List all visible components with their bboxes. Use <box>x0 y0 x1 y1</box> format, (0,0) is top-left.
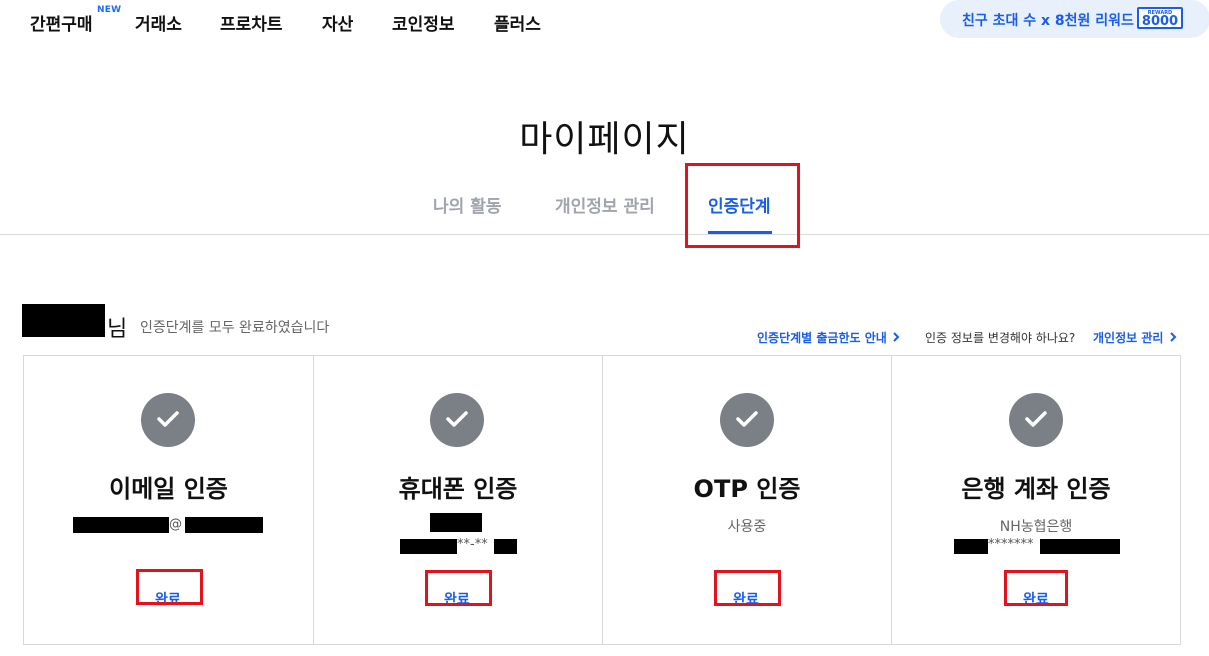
tab-personal-info[interactable]: 개인정보 관리 <box>555 192 655 217</box>
check-icon <box>430 393 484 447</box>
redacted-phone-suffix <box>494 539 517 554</box>
page-title: 마이페이지 <box>519 119 690 160</box>
tab-my-activity[interactable]: 나의 활동 <box>433 192 501 217</box>
new-badge: NEW <box>97 5 122 15</box>
redacted-account-prefix <box>954 539 988 554</box>
bank-name: NH농협은행 <box>999 519 1073 535</box>
promo-text: 친구 초대 수 x 8천원 리워드 <box>962 13 1134 29</box>
otp-status-text: 사용중 <box>727 519 767 535</box>
status-highlight-box <box>714 570 781 606</box>
nav-item-assets[interactable]: 자산 <box>322 10 353 35</box>
withdrawal-limit-guide-link[interactable]: 인증단계별 출금한도 안내 <box>757 329 900 346</box>
info-link-label: 개인정보 관리 <box>1093 331 1164 345</box>
check-icon <box>1009 393 1063 447</box>
email-verification-card: 이메일 인증 @ 완료 <box>24 356 313 644</box>
check-icon <box>720 393 774 447</box>
chevron-right-icon <box>893 332 900 342</box>
change-info-question: 인증 정보를 변경해야 하나요? <box>925 331 1076 345</box>
nav-item-label: 간편구매 <box>30 15 93 35</box>
verification-complete-message: 인증단계를 모두 완료하였습니다 <box>140 320 330 336</box>
nav-item-quick-buy[interactable]: 간편구매 NEW <box>30 5 121 35</box>
username-suffix: 님 <box>107 317 128 342</box>
tab-highlight-box <box>685 163 800 248</box>
reward-badge-value: 8000 <box>1141 14 1179 29</box>
card-title: 휴대폰 인증 <box>398 475 518 503</box>
redacted-email-domain <box>185 517 263 533</box>
tab-divider <box>0 234 1209 235</box>
nav-item-pro-chart[interactable]: 프로차트 <box>220 10 283 35</box>
account-mask: ******* <box>988 537 1034 552</box>
redacted-email-local <box>73 517 169 533</box>
card-title: 은행 계좌 인증 <box>961 475 1111 503</box>
otp-verification-card: OTP 인증 사용중 완료 <box>603 356 891 644</box>
verification-cards: 이메일 인증 @ 완료 휴대폰 인증 **-** 완료 OTP 인증 사용중 완… <box>23 355 1181 645</box>
phone-mask: **-** <box>457 537 488 552</box>
phone-verification-card: 휴대폰 인증 **-** 완료 <box>314 356 602 644</box>
reward-badge: REWARD 8000 <box>1137 7 1183 29</box>
personal-info-link[interactable]: 개인정보 관리 <box>1093 329 1177 346</box>
chevron-right-icon <box>1169 332 1177 342</box>
referral-promo-banner[interactable]: 친구 초대 수 x 8천원 리워드 REWARD 8000 <box>940 0 1209 38</box>
card-title: OTP 인증 <box>693 475 801 503</box>
email-at-sign: @ <box>169 517 182 532</box>
redacted-username <box>22 304 105 337</box>
guide-link-label: 인증단계별 출금한도 안내 <box>757 331 887 345</box>
status-highlight-box <box>136 569 203 605</box>
nav-item-exchange[interactable]: 거래소 <box>135 10 182 35</box>
nav-item-plus[interactable]: 플러스 <box>494 10 541 35</box>
nav-item-coin-info[interactable]: 코인정보 <box>392 10 455 35</box>
bank-account-verification-card: 은행 계좌 인증 NH농협은행 ******* 완료 <box>892 356 1180 644</box>
redacted-account-suffix <box>1040 539 1120 554</box>
status-highlight-box <box>425 570 492 606</box>
redacted-phone-prefix <box>400 539 457 554</box>
card-title: 이메일 인증 <box>109 475 228 503</box>
status-highlight-box <box>1004 570 1068 606</box>
top-nav: 간편구매 NEW 거래소 프로차트 자산 코인정보 플러스 친구 초대 수 x … <box>0 0 1209 42</box>
check-icon <box>141 393 195 447</box>
redacted-phone-name <box>430 513 482 532</box>
